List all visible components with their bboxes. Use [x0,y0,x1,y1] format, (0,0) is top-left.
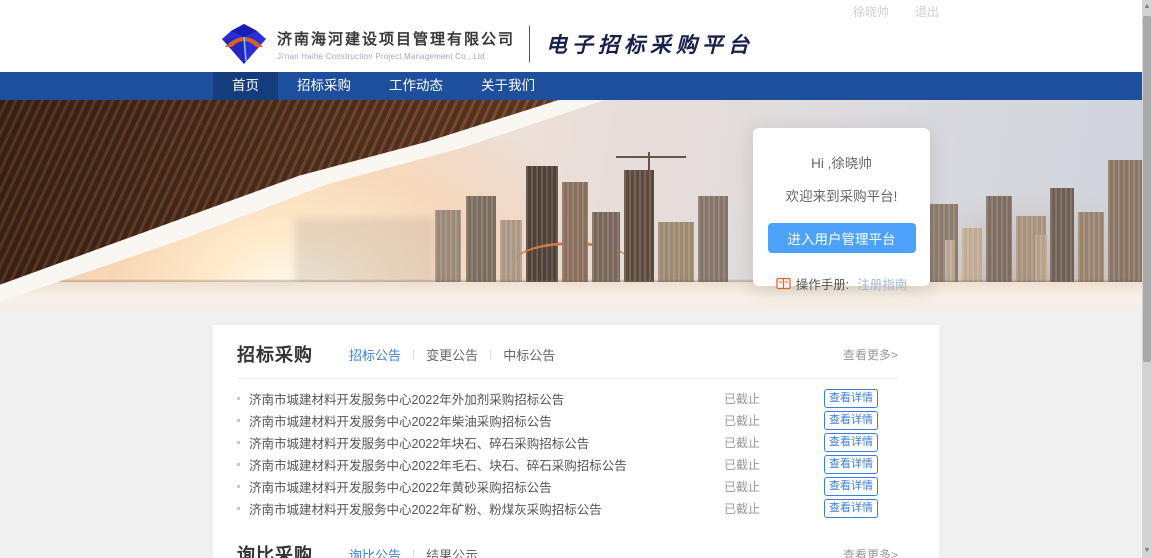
building [562,182,588,282]
announcement-link[interactable]: 济南市城建材料开发服务中心2022年外加剂采购招标公告 [249,389,724,408]
bidding-tabs: 招标公告 | 变更公告 | 中标公告 [349,345,555,364]
bullet-icon [237,441,240,444]
building [945,240,955,284]
welcome-card: Hi ,徐晓帅 欢迎来到采购平台! 进入用户管理平台 操作手册: 注册指南 [753,128,930,286]
bidding-section-title: 招标采购 [237,341,313,367]
building [500,220,522,282]
view-detail-button[interactable]: 查看详情 [824,455,878,474]
company-name-cn: 济南海河建设项目管理有限公司 [277,28,515,49]
list-item: 济南市城建材料开发服务中心2022年柴油采购招标公告 已截止 查看详情 [237,409,898,431]
water [0,282,1152,310]
register-guide-link[interactable]: 注册指南 [857,274,907,293]
announcement-link[interactable]: 济南市城建材料开发服务中心2022年毛石、块石、碎石采购招标公告 [249,455,724,474]
topbar: 徐晓帅 退出 [0,0,1152,16]
nav-item-news[interactable]: 工作动态 [370,72,462,100]
bullet-icon [237,507,240,510]
hero-haze [295,218,435,284]
status-badge: 已截止 [724,456,824,473]
manual-row: 操作手册: 注册指南 [753,274,930,293]
hero-banner: Hi ,徐晓帅 欢迎来到采购平台! 进入用户管理平台 操作手册: 注册指南 [0,100,1152,310]
main-nav: 首页 招标采购 工作动态 关于我们 [0,72,1152,100]
status-badge: 已截止 [724,478,824,495]
tab-separator: | [412,347,415,361]
tab-inquiry-announcement[interactable]: 询比公告 [349,545,401,558]
building [1078,212,1104,284]
inquiry-section-header: 询比采购 询比公告 | 结果公示 查看更多> [237,525,898,558]
list-item: 济南市城建材料开发服务中心2022年外加剂采购招标公告 已截止 查看详情 [237,387,898,409]
tab-award-announcement[interactable]: 中标公告 [503,345,555,364]
view-detail-button[interactable]: 查看详情 [824,477,878,496]
company-logo-icon [221,23,267,65]
nav-item-about[interactable]: 关于我们 [462,72,554,100]
enter-platform-button[interactable]: 进入用户管理平台 [768,223,916,253]
status-badge: 已截止 [724,434,824,451]
greeting-text: Hi ,徐晓帅 [753,152,930,172]
list-item: 济南市城建材料开发服务中心2022年毛石、块石、碎石采购招标公告 已截止 查看详… [237,453,898,475]
building [466,196,496,282]
status-badge: 已截止 [724,390,824,407]
tab-separator: | [489,347,492,361]
bullet-icon [237,397,240,400]
tab-separator: | [412,547,415,558]
building [624,170,654,282]
company-name-block: 济南海河建设项目管理有限公司 Ji'nan Haihe Construction… [277,28,515,61]
header-divider [529,26,530,62]
building [526,166,558,282]
view-detail-button[interactable]: 查看详情 [824,433,878,452]
announcement-link[interactable]: 济南市城建材料开发服务中心2022年柴油采购招标公告 [249,411,724,430]
building [435,210,461,282]
scroll-up-icon[interactable]: ▲ [1142,0,1152,14]
status-badge: 已截止 [724,412,824,429]
bidding-section-header: 招标采购 招标公告 | 变更公告 | 中标公告 查看更多> [237,325,898,379]
inquiry-tabs: 询比公告 | 结果公示 [349,545,478,558]
view-detail-button[interactable]: 查看详情 [824,389,878,408]
content-panel: 招标采购 招标公告 | 变更公告 | 中标公告 查看更多> 济南市城建材料开发服… [213,325,939,558]
tab-bid-announcement[interactable]: 招标公告 [349,345,401,364]
list-item: 济南市城建材料开发服务中心2022年矿粉、粉煤灰采购招标公告 已截止 查看详情 [237,497,898,519]
tab-change-announcement[interactable]: 变更公告 [426,345,478,364]
building [986,196,1012,284]
platform-title: 电子招标采购平台 [546,29,754,59]
building [1035,235,1047,284]
building [592,212,620,282]
content-area: 招标采购 招标公告 | 变更公告 | 中标公告 查看更多> 济南市城建材料开发服… [0,310,1152,558]
building [962,228,982,284]
welcome-text: 欢迎来到采购平台! [753,185,930,205]
inquiry-more-link[interactable]: 查看更多> [843,546,898,558]
nav-item-bidding[interactable]: 招标采购 [278,72,370,100]
scroll-down-icon[interactable]: ▼ [1142,544,1152,558]
building [1050,188,1074,284]
status-badge: 已截止 [724,500,824,517]
bullet-icon [237,463,240,466]
manual-book-icon [776,277,791,290]
view-detail-button[interactable]: 查看详情 [824,411,878,430]
list-item: 济南市城建材料开发服务中心2022年黄砂采购招标公告 已截止 查看详情 [237,475,898,497]
building [658,222,694,282]
bullet-icon [237,485,240,488]
bidding-more-link[interactable]: 查看更多> [843,346,898,363]
bidding-list: 济南市城建材料开发服务中心2022年外加剂采购招标公告 已截止 查看详情 济南市… [237,379,898,519]
bullet-icon [237,419,240,422]
inquiry-section-title: 询比采购 [237,541,313,558]
company-name-en: Ji'nan Haihe Construction Project Manage… [277,52,515,61]
crane-icon [616,156,686,158]
announcement-link[interactable]: 济南市城建材料开发服务中心2022年块石、碎石采购招标公告 [249,433,724,452]
scrollbar[interactable]: ▲ ▼ [1142,0,1152,558]
building [698,196,728,282]
tab-result-publicity[interactable]: 结果公示 [426,545,478,558]
announcement-link[interactable]: 济南市城建材料开发服务中心2022年矿粉、粉煤灰采购招标公告 [249,499,724,518]
nav-item-home[interactable]: 首页 [213,72,278,100]
list-item: 济南市城建材料开发服务中心2022年块石、碎石采购招标公告 已截止 查看详情 [237,431,898,453]
manual-label: 操作手册: [796,274,849,293]
header: 济南海河建设项目管理有限公司 Ji'nan Haihe Construction… [0,16,1152,72]
view-detail-button[interactable]: 查看详情 [824,499,878,518]
scrollbar-thumb[interactable] [1143,16,1151,362]
announcement-link[interactable]: 济南市城建材料开发服务中心2022年黄砂采购招标公告 [249,477,724,496]
